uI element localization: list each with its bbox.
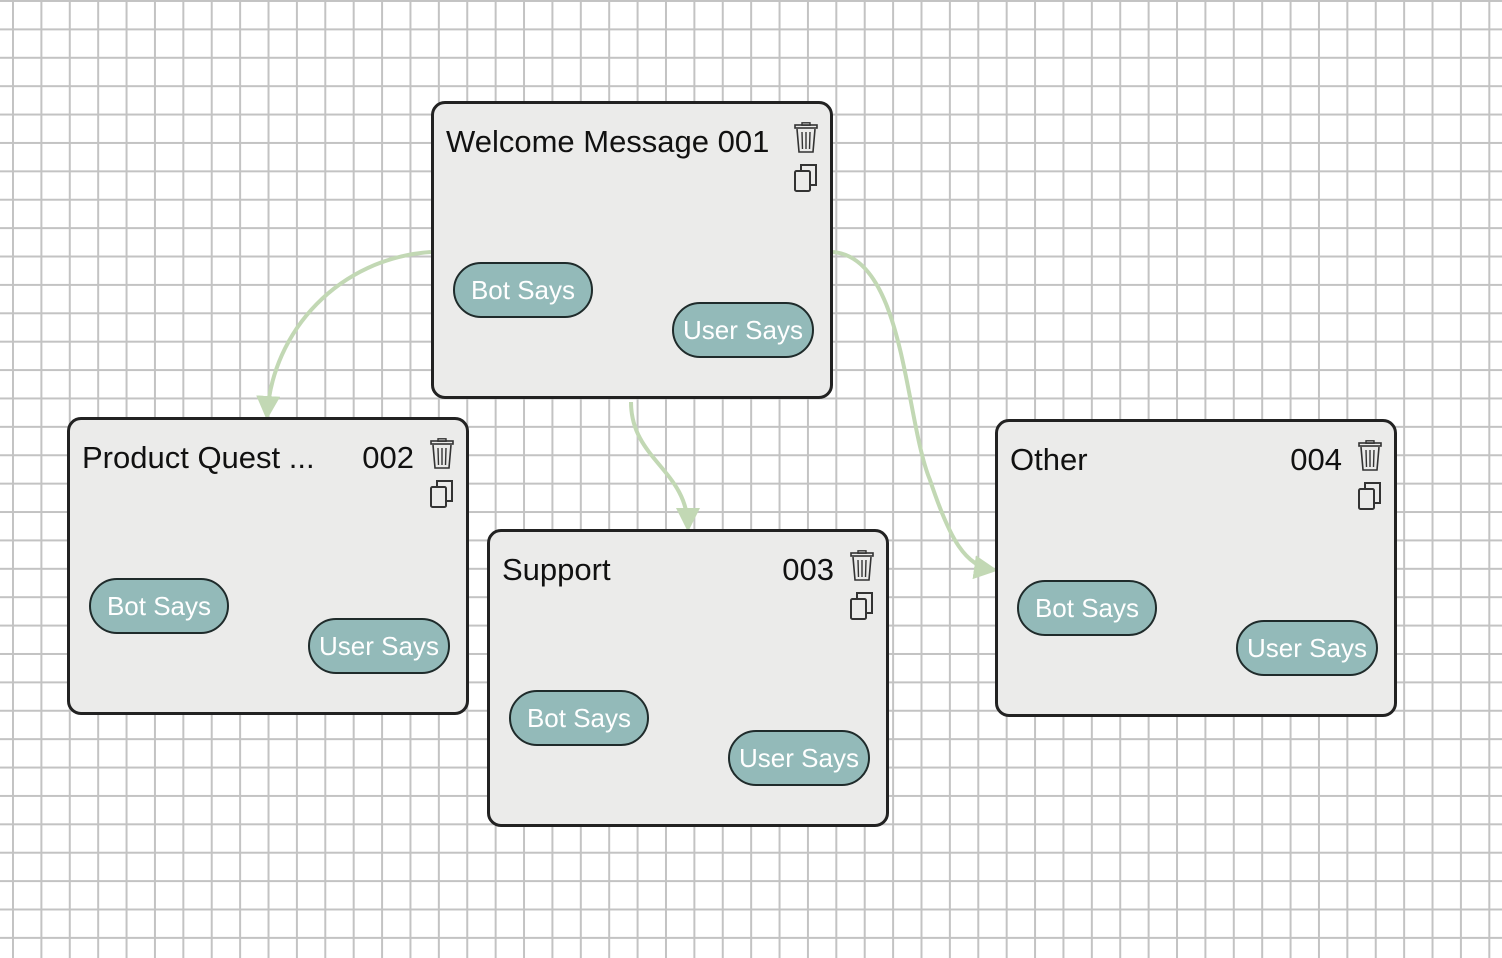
node-title: Welcome Message 001	[446, 124, 770, 159]
flow-node-product-quest[interactable]: Product Quest ... 002 Bot Says User Says	[67, 417, 469, 715]
copy-icon[interactable]	[428, 478, 456, 510]
connector-001-to-003	[629, 401, 700, 532]
node-id: 002	[362, 440, 414, 475]
flow-node-welcome-message[interactable]: Welcome Message 001 Bot Says User Says	[431, 101, 833, 399]
trash-icon[interactable]	[792, 122, 820, 154]
bot-says-button[interactable]: Bot Says	[1017, 580, 1157, 636]
trash-icon[interactable]	[848, 550, 876, 582]
flow-canvas[interactable]: Welcome Message 001 Bot Says User Says P…	[0, 0, 1502, 958]
user-says-button[interactable]: User Says	[308, 618, 450, 674]
copy-icon[interactable]	[848, 590, 876, 622]
trash-icon[interactable]	[1356, 440, 1384, 472]
node-id: 004	[1290, 442, 1342, 477]
copy-icon[interactable]	[792, 162, 820, 194]
bot-says-button[interactable]: Bot Says	[509, 690, 649, 746]
user-says-button[interactable]: User Says	[672, 302, 814, 358]
node-title: Support	[502, 552, 611, 587]
connector-001-to-004	[832, 250, 998, 580]
bot-says-button[interactable]: Bot Says	[89, 578, 229, 634]
node-id: 003	[782, 552, 834, 587]
flow-node-support[interactable]: Support 003 Bot Says User Says	[487, 529, 889, 827]
copy-icon[interactable]	[1356, 480, 1384, 512]
trash-icon[interactable]	[428, 438, 456, 470]
user-says-button[interactable]: User Says	[1236, 620, 1378, 676]
bot-says-button[interactable]: Bot Says	[453, 262, 593, 318]
flow-node-other[interactable]: Other 004 Bot Says User Says	[995, 419, 1397, 717]
node-title: Other	[1010, 442, 1088, 477]
node-title: Product Quest ...	[82, 440, 315, 475]
user-says-button[interactable]: User Says	[728, 730, 870, 786]
connector-001-to-002	[256, 250, 432, 420]
